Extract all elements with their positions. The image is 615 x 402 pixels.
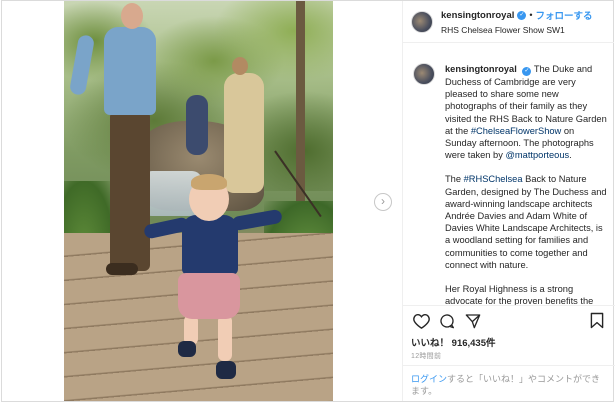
- likes-count: 916,435件: [451, 338, 496, 349]
- post-header: kensingtonroyal ✓ • フォローする RHS Chelsea F…: [403, 1, 614, 43]
- bookmark-icon[interactable]: [587, 311, 607, 331]
- share-icon[interactable]: [463, 311, 483, 331]
- post-timestamp[interactable]: 12時間前: [411, 351, 441, 361]
- instagram-post-frame: › kensingtonroyal ✓ • フォローする RHS Chelsea…: [1, 0, 615, 402]
- caption-paragraph-3: Her Royal Highness is a strong advocate …: [445, 284, 594, 305]
- photo-tree-trunk: [296, 1, 305, 201]
- hashtag-link[interactable]: #RHSChelsea: [464, 174, 523, 184]
- caption-text-segment: The: [445, 174, 464, 185]
- separator-dot: •: [529, 10, 533, 20]
- login-link[interactable]: ログイン: [411, 374, 447, 384]
- action-bar: [403, 305, 615, 335]
- verified-badge-icon: ✓: [517, 10, 527, 20]
- photo-woman-head: [232, 57, 248, 75]
- comment-icon[interactable]: [437, 311, 457, 331]
- photo-man-head: [121, 3, 143, 29]
- hashtag-link[interactable]: #ChelseaFlowerShow: [471, 126, 561, 136]
- verified-badge-icon: ✓: [522, 67, 532, 76]
- caption-area: kensingtonroyal ✓ The Duke and Duchess o…: [403, 43, 615, 305]
- media-area: ›: [2, 1, 402, 401]
- header-text: kensingtonroyal ✓ • フォローする RHS Chelsea F…: [441, 8, 593, 36]
- photo-man-shirt: [104, 27, 156, 115]
- caption-text-segment: .: [569, 150, 572, 161]
- photo-toddler-shoe-left: [178, 341, 196, 357]
- photo-toddler-shorts: [178, 273, 240, 319]
- photo-woman-dress: [224, 73, 264, 193]
- avatar[interactable]: [413, 63, 435, 85]
- login-prompt: ログインすると「いいね！」やコメントができます。: [403, 365, 615, 401]
- follow-button[interactable]: フォローする: [536, 8, 593, 22]
- heart-icon[interactable]: [411, 311, 431, 331]
- chevron-right-icon[interactable]: ›: [374, 193, 392, 211]
- likes-label: いいね！: [411, 338, 450, 349]
- post-sidebar: kensingtonroyal ✓ • フォローする RHS Chelsea F…: [402, 1, 615, 401]
- photo-toddler-shoe-right: [216, 361, 236, 379]
- caption-text: kensingtonroyal ✓ The Duke and Duchess o…: [445, 63, 607, 305]
- photo-man-shoe: [106, 263, 138, 275]
- username-link[interactable]: kensingtonroyal: [441, 10, 514, 21]
- photo-child-background: [186, 95, 208, 155]
- photo-toddler-sweater: [182, 215, 238, 275]
- photo-toddler-hair: [191, 174, 227, 190]
- mention-link[interactable]: @mattporteous: [505, 150, 569, 160]
- caption-paragraph-1: kensingtonroyal ✓ The Duke and Duchess o…: [445, 63, 607, 161]
- caption-paragraph-2: The #RHSChelsea Back to Nature Garden, d…: [445, 173, 607, 271]
- location-link[interactable]: RHS Chelsea Flower Show SW1: [441, 25, 593, 35]
- caption-text-segment: Back to Nature Garden, designed by The D…: [445, 174, 607, 270]
- like-count[interactable]: いいね！ 916,435件: [411, 335, 496, 349]
- photo-man-trousers: [110, 111, 150, 271]
- avatar[interactable]: [411, 10, 433, 33]
- photo-toddler-leg-right: [218, 315, 232, 361]
- caption-username-link[interactable]: kensingtonroyal: [445, 64, 517, 74]
- header-row: kensingtonroyal ✓ • フォローする: [441, 8, 593, 23]
- post-photo[interactable]: [64, 1, 333, 401]
